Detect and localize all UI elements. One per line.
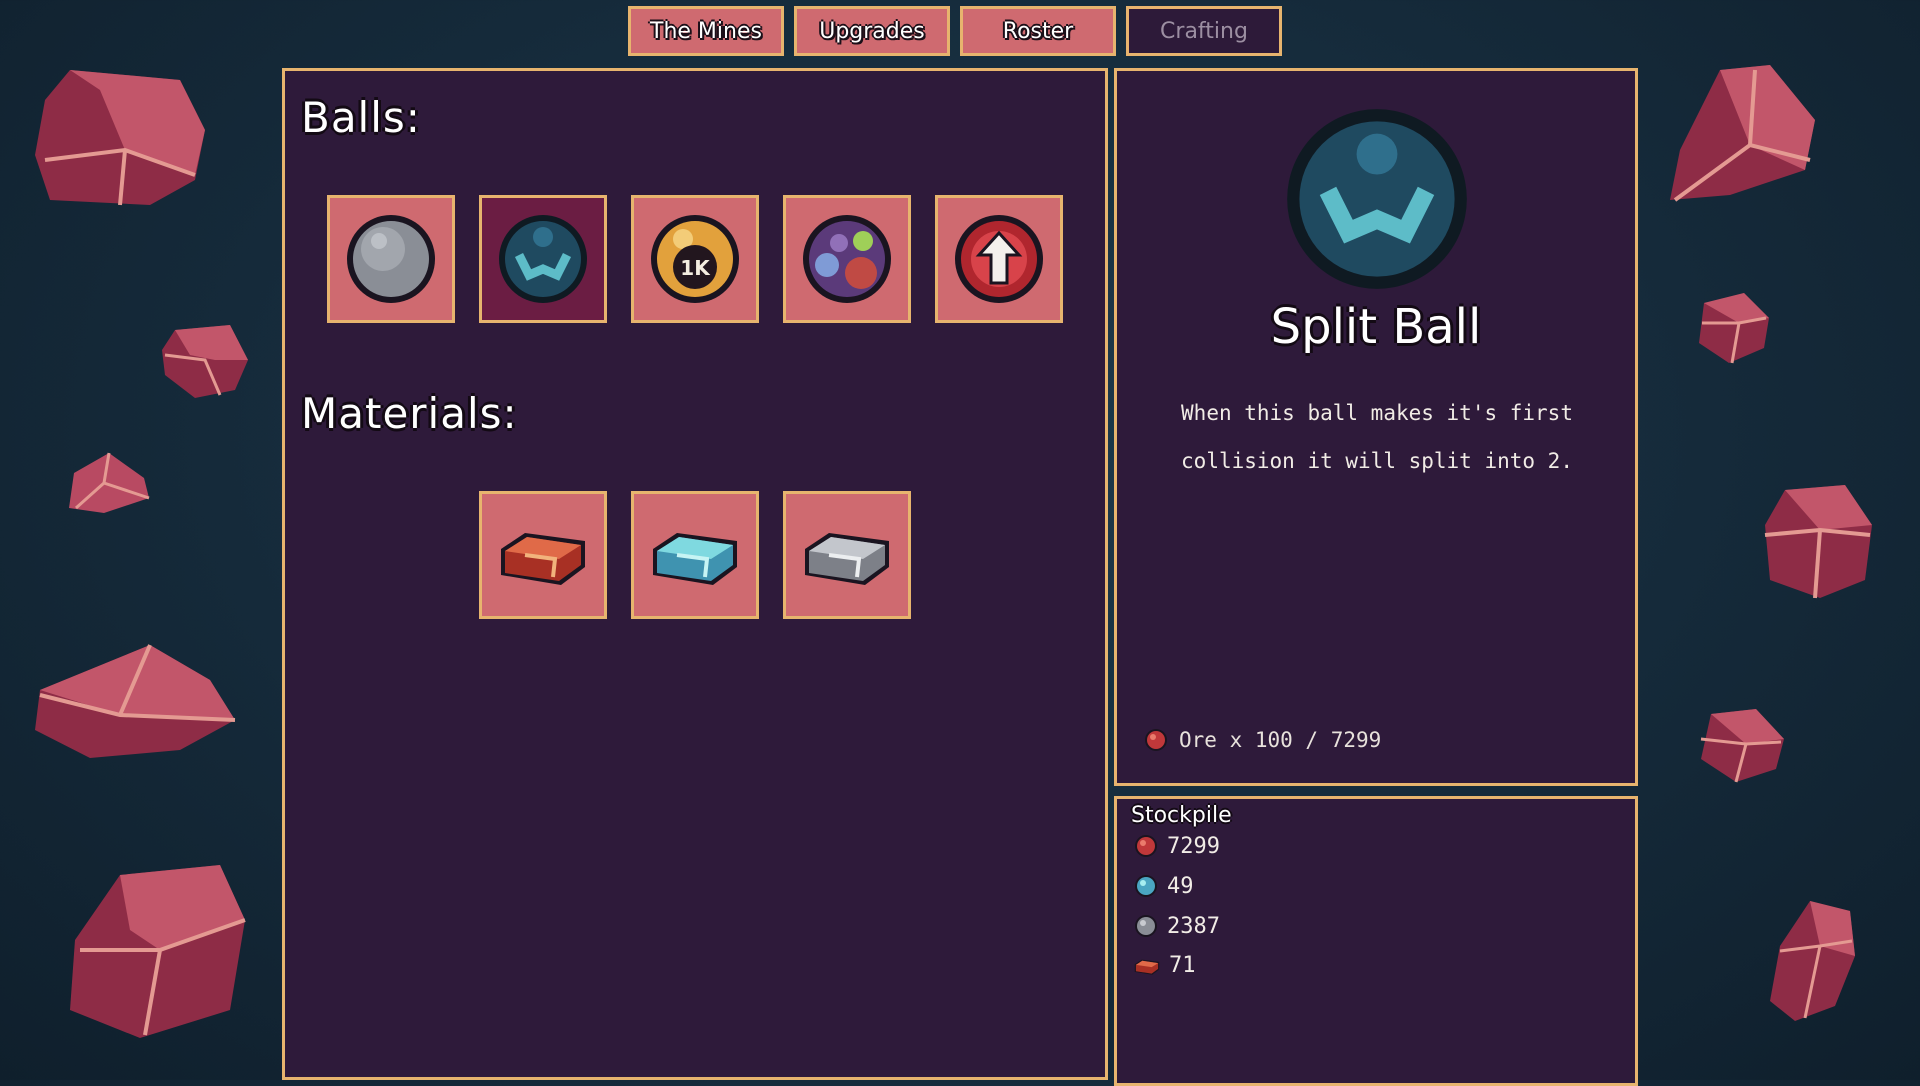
stockpile-row: 49 [1133, 873, 1194, 899]
stockpile-row: 2387 [1133, 913, 1220, 939]
ball-slot-arrow[interactable] [935, 195, 1063, 323]
item-name: Split Ball [1270, 299, 1482, 355]
split-ball-icon [499, 215, 587, 303]
stockpile-title: Stockpile [1131, 803, 1232, 828]
tab-the-mines[interactable]: The Mines [628, 6, 784, 56]
ball-slot-multicolor[interactable] [783, 195, 911, 323]
gray-ball-icon [347, 215, 435, 303]
cyan-ore-icon [1135, 875, 1157, 897]
rock-decoration-3 [69, 452, 150, 513]
svg-text:1K: 1K [680, 256, 711, 280]
tab-bar: The Mines Upgrades Roster Crafting [628, 6, 1282, 56]
1k-ball-icon: 1K [651, 215, 739, 303]
craft-cost-text: Ore x 100 / 7299 [1179, 728, 1382, 752]
red-ingot-icon [501, 533, 585, 585]
materials-heading: Materials: [301, 389, 518, 438]
silver-ingot-icon [805, 533, 889, 585]
rock-decoration-9 [1700, 709, 1784, 783]
split-ball-large-icon [1287, 109, 1467, 289]
tab-crafting[interactable]: Crafting [1126, 6, 1282, 56]
rock-decoration-5 [70, 865, 246, 1038]
rainbow-ball-icon [803, 215, 891, 303]
rock-decoration-6 [1670, 65, 1815, 202]
gray-ore-icon [1135, 915, 1157, 937]
material-slot-cyan-ingot[interactable] [631, 491, 759, 619]
stockpile-count: 71 [1169, 953, 1196, 978]
rock-decoration-7 [1699, 293, 1769, 364]
balls-heading: Balls: [301, 93, 421, 142]
ball-slot-split[interactable] [479, 195, 607, 323]
rock-decoration-4 [35, 644, 236, 758]
rock-decoration-10 [1770, 901, 1855, 1021]
tab-upgrades[interactable]: Upgrades [794, 6, 950, 56]
stockpile-count: 49 [1167, 873, 1194, 899]
ball-slot-1k[interactable]: 1K [631, 195, 759, 323]
stockpile-count: 2387 [1167, 913, 1220, 939]
tab-roster[interactable]: Roster [960, 6, 1116, 56]
rock-decoration-2 [162, 325, 248, 398]
item-detail-panel: Split Ball When this ball makes it's fir… [1114, 68, 1638, 786]
stockpile-row: 7299 [1133, 833, 1220, 859]
red-ore-icon [1135, 835, 1157, 857]
cyan-ingot-icon [653, 533, 737, 585]
ball-slot-stone[interactable] [327, 195, 455, 323]
rock-decoration-1 [35, 70, 205, 206]
red-ingot-icon [1134, 959, 1160, 975]
red-ore-icon [1145, 729, 1167, 751]
stockpile-count: 7299 [1167, 833, 1220, 859]
crafting-panel: Balls: 1K Materials: [282, 68, 1108, 1080]
material-slot-silver-ingot[interactable] [783, 491, 911, 619]
material-slot-red-ingot[interactable] [479, 491, 607, 619]
item-description: When this ball makes it's first collisio… [1181, 401, 1573, 473]
craft-cost: Ore x 100 / 7299 [1143, 727, 1381, 753]
stockpile-panel: Stockpile 7299 49 2387 71 [1114, 796, 1638, 1086]
arrow-up-ball-icon [955, 215, 1043, 303]
rock-decoration-8 [1764, 485, 1872, 599]
stockpile-row: 71 [1133, 953, 1196, 978]
